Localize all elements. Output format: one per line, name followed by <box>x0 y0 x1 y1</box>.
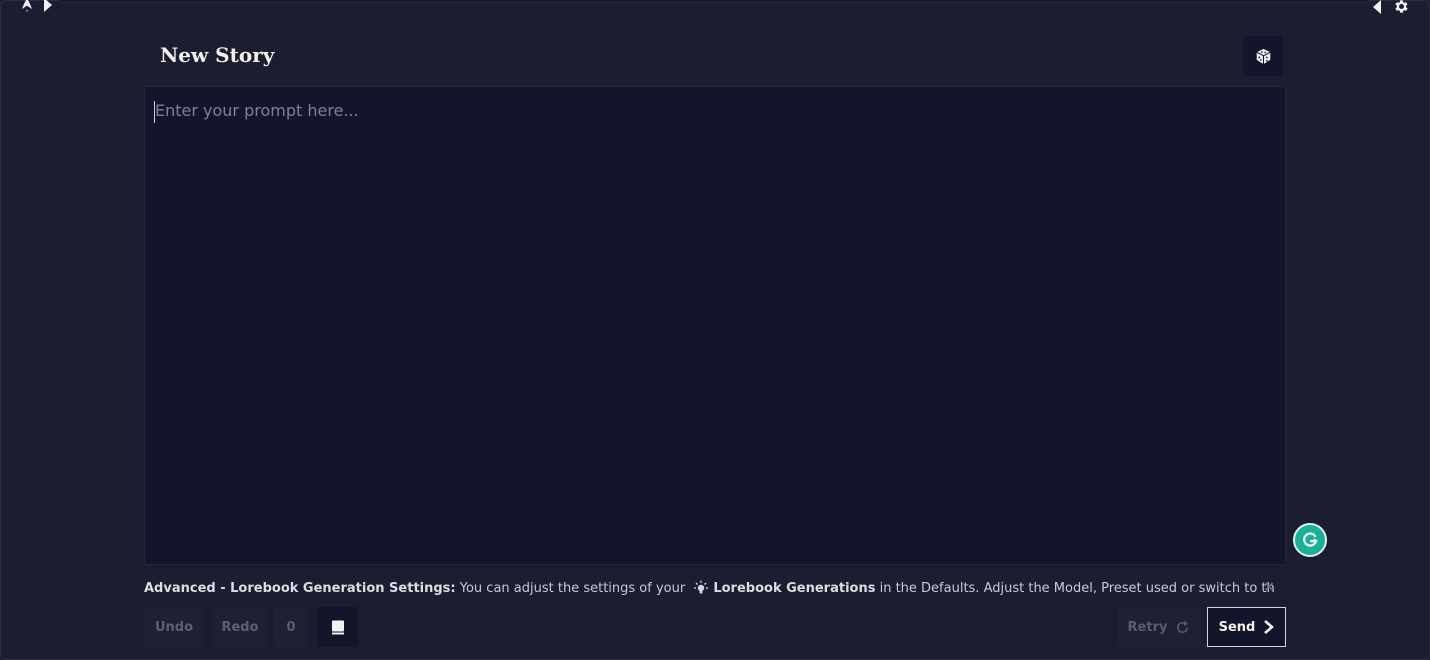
notice-text-after: in the Defaults. Adjust the Model, Prese… <box>879 580 1274 596</box>
prompt-input[interactable] <box>145 87 1285 564</box>
history-count-button[interactable]: 0 <box>274 607 308 647</box>
settings-icon[interactable] <box>1393 0 1410 15</box>
random-prompt-button[interactable] <box>1243 36 1283 76</box>
lorebook-button[interactable] <box>317 607 358 647</box>
lorebook-generations-link[interactable]: Lorebook Generations <box>713 581 875 596</box>
redo-button[interactable]: Redo <box>212 607 268 647</box>
top-left-controls <box>20 0 52 12</box>
top-bar <box>60 0 1368 3</box>
notice-title: Advanced - Lorebook Generation Settings: <box>144 580 456 596</box>
retry-button[interactable]: Retry <box>1118 607 1200 647</box>
prompt-editor <box>144 86 1286 565</box>
text-caret <box>154 101 155 123</box>
lightbulb-icon <box>693 580 709 596</box>
logo-icon[interactable] <box>20 0 34 12</box>
send-label: Send <box>1218 619 1256 635</box>
book-icon <box>331 620 345 635</box>
lorebook-settings-notice: Advanced - Lorebook Generation Settings:… <box>144 579 1274 597</box>
page-title: New Story <box>160 43 275 67</box>
retry-icon <box>1175 620 1190 635</box>
close-notice-button[interactable]: × <box>1262 579 1276 595</box>
grammarly-button[interactable] <box>1293 523 1327 557</box>
grammarly-icon <box>1300 530 1320 550</box>
retry-label: Retry <box>1127 619 1168 635</box>
close-icon: × <box>1263 579 1275 595</box>
send-button[interactable]: Send <box>1207 607 1286 647</box>
expand-left-sidebar-icon[interactable] <box>44 0 52 12</box>
chevron-right-icon <box>1263 620 1275 634</box>
top-right-controls <box>1373 0 1410 15</box>
undo-button[interactable]: Undo <box>145 607 203 647</box>
notice-text-before: You can adjust the settings of your <box>455 580 690 596</box>
dice-icon <box>1255 48 1272 65</box>
expand-right-sidebar-icon[interactable] <box>1373 0 1381 14</box>
